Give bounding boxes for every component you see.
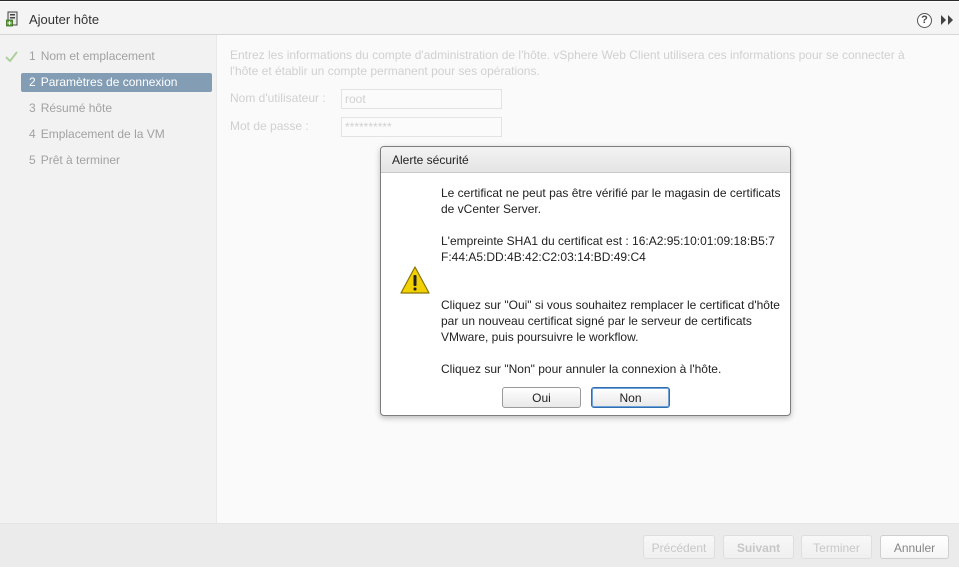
wizard-titlebar: Ajouter hôte ? xyxy=(0,2,959,35)
add-host-wizard: Ajouter hôte ? 1 Nom et emplacement 2 Para… xyxy=(0,0,959,567)
sha1-fingerprint-text: L'empreinte SHA1 du certificat est : 16:… xyxy=(441,234,775,264)
wizard-title: Ajouter hôte xyxy=(29,12,100,27)
certificate-unverified-text: Le certificat ne peut pas être vérifié p… xyxy=(441,186,781,216)
security-alert-dialog: Alerte sécurité Le certificat ne peut pa… xyxy=(380,146,791,416)
help-icon[interactable]: ? xyxy=(917,13,932,28)
no-button[interactable]: Non xyxy=(591,387,670,408)
host-add-icon xyxy=(6,11,18,27)
yes-button[interactable]: Oui xyxy=(502,387,581,408)
replace-certificate-text: Cliquez sur "Oui" si vous souhaitez remp… xyxy=(441,298,780,344)
double-chevron-right-icon[interactable] xyxy=(939,14,955,26)
warning-icon xyxy=(400,266,430,294)
cancel-connection-text: Cliquez sur "Non" pour annuler la connex… xyxy=(441,362,722,376)
dialog-header: Alerte sécurité xyxy=(381,147,790,173)
dialog-title: Alerte sécurité xyxy=(392,153,469,167)
